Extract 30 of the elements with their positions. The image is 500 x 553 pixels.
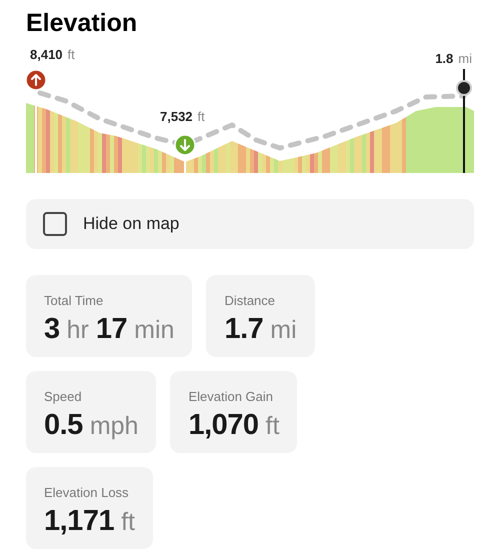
stat-value: 17 (96, 312, 128, 346)
unit-label: ft (121, 506, 135, 538)
stat-value: 3 (44, 312, 60, 346)
arrow-down-icon (174, 134, 196, 156)
unit-label: ft (266, 410, 280, 442)
unit-label: ft (68, 46, 75, 64)
arrow-up-icon (25, 69, 47, 91)
stat-label: Elevation Loss (44, 484, 129, 502)
page-title: Elevation (26, 8, 138, 38)
checkbox[interactable] (43, 212, 67, 236)
hide-on-map-row[interactable]: Hide on map (26, 199, 474, 249)
stat-value: 0.5 (44, 408, 83, 442)
unit-label: min (134, 314, 174, 346)
unit-label: mi (458, 50, 472, 68)
unit-label: hr (66, 314, 89, 346)
checkbox-label: Hide on map (83, 213, 180, 236)
stat-label: Speed (44, 388, 82, 406)
unit-label: mph (90, 410, 138, 442)
unit-label: mi (270, 314, 297, 346)
stat-value: 1,171 (44, 504, 114, 538)
elevation-value: 1.8 (435, 50, 454, 68)
unit-label: ft (198, 108, 205, 126)
stat-value: 1,070 (188, 408, 259, 442)
stat-label: Total Time (44, 292, 104, 310)
position-dot-icon (456, 80, 472, 96)
elevation-value: 8,410 (30, 46, 63, 64)
stat-label: Elevation Gain (188, 388, 274, 406)
stat-value: 1.7 (224, 312, 264, 346)
stat-label: Distance (224, 292, 276, 310)
elevation-value: 7,532 (160, 108, 193, 126)
